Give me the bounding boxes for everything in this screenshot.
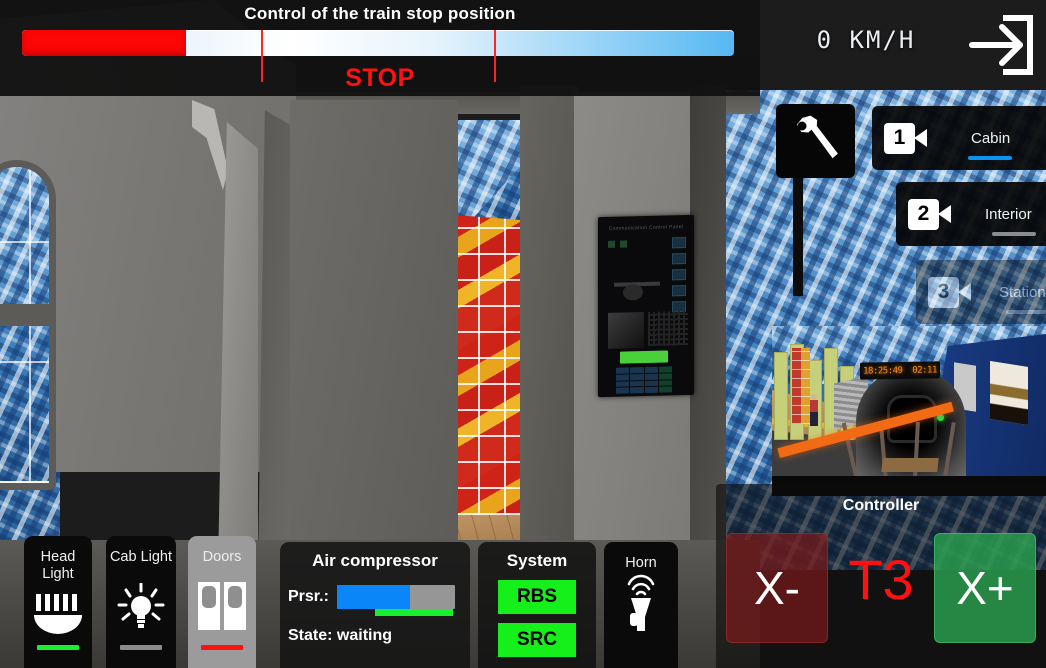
doors-label: Doors — [202, 549, 242, 565]
camera-icon: 1 — [884, 122, 927, 154]
comm-panel-button-1[interactable] — [672, 237, 686, 249]
camera-button-interior[interactable]: 2 Interior — [896, 182, 1046, 246]
cabin-pillar-center-right — [520, 86, 578, 576]
exit-arrow-icon[interactable] — [964, 8, 1038, 82]
comm-panel-keypad[interactable] — [616, 366, 672, 394]
horn-icon — [616, 571, 666, 638]
headlight-icon — [32, 583, 84, 645]
horn-button[interactable]: Horn — [604, 542, 678, 668]
communication-control-panel[interactable]: Communication Control Panel — [598, 214, 694, 398]
stop-indicator-label: STOP — [345, 64, 415, 92]
system-button-rbs[interactable]: RBS — [498, 580, 576, 614]
headlight-label: Head Light — [24, 549, 92, 583]
comm-panel-title: Communication Control Panel — [608, 224, 684, 232]
stop-position-track — [22, 30, 734, 56]
horn-label: Horn — [625, 555, 657, 571]
headlight-label-line2: Light — [42, 566, 74, 582]
station-poster-2 — [990, 360, 1028, 426]
stop-position-bar — [22, 30, 734, 56]
controller-row: X- T3 X+ — [716, 515, 1046, 643]
cab-light-label: Cab Light — [109, 549, 173, 565]
comm-panel-knob[interactable] — [623, 284, 643, 301]
speedometer-readout: 0 KM/H — [816, 26, 916, 54]
air-compressor-state: State: waiting — [288, 627, 393, 644]
system-button-src[interactable]: SRC — [498, 623, 576, 657]
headlight-indicator — [37, 645, 79, 650]
pressure-gauge — [336, 585, 455, 616]
controller-panel: Controller X- T3 X+ — [716, 484, 1046, 668]
system-panel: System RBS SRC — [478, 542, 596, 668]
wrench-icon — [776, 104, 855, 178]
camera-number: 2 — [908, 198, 939, 230]
camera-button-station[interactable]: 3 Station — [916, 260, 1046, 324]
camera-icon: 2 — [908, 198, 951, 230]
pressure-gauge-fill — [336, 585, 411, 609]
camera-underline — [992, 232, 1036, 236]
camera-lens-shape — [938, 205, 951, 223]
page-title: Control of the train stop position — [244, 4, 516, 23]
camera-label: Cabin — [971, 129, 1011, 147]
system-title: System — [506, 551, 568, 570]
camera-number: 3 — [928, 276, 959, 308]
doors-icon — [197, 566, 247, 645]
station-view-inset: 18:25:49 02:11 — [772, 326, 1046, 496]
headlight-label-line1: Head — [40, 549, 76, 565]
comm-panel-button-2[interactable] — [672, 253, 686, 265]
camera-lens-shape — [958, 283, 971, 301]
pressure-row: Prsr.: — [280, 585, 470, 616]
comm-panel-led-2 — [620, 240, 627, 248]
controller-title: Controller — [842, 497, 920, 514]
station-passenger — [810, 394, 818, 426]
doors-button[interactable]: Doors — [188, 536, 256, 668]
doors-indicator — [201, 645, 243, 650]
station-brick-column — [792, 348, 810, 424]
comm-panel-button-3[interactable] — [672, 269, 686, 281]
bulb-icon — [116, 566, 166, 645]
camera-active-underline — [968, 156, 1012, 160]
air-compressor-panel: Air compressor Prsr.: State: waiting — [280, 542, 470, 668]
pressure-label: Prsr.: — [288, 588, 329, 605]
air-compressor-title: Air compressor — [312, 551, 438, 570]
comm-panel-display — [620, 350, 668, 364]
comm-panel-led-1 — [608, 240, 615, 248]
headlight-button[interactable]: Head Light — [24, 536, 92, 668]
signpost-pole — [793, 160, 803, 296]
cabin-window-left — [0, 160, 56, 490]
pressure-target-marker — [374, 609, 453, 616]
comm-panel-grille — [648, 310, 688, 346]
camera-underline — [1006, 310, 1046, 314]
cab-light-button[interactable]: Cab Light — [106, 536, 176, 668]
camera-icon: 3 — [928, 276, 971, 308]
station-led-display: 18:25:49 02:11 — [860, 361, 940, 380]
station-sleeper — [881, 458, 939, 472]
camera-lens-shape — [914, 129, 927, 147]
window-mullion — [0, 304, 49, 326]
cab-light-indicator — [120, 645, 162, 650]
stop-position-fill — [22, 30, 186, 56]
simulator-screen: Communication Control Panel 18:25:49 02:… — [0, 0, 1046, 668]
cabin-wall-center — [290, 100, 458, 570]
camera-button-cabin[interactable]: 1 Cabin — [872, 106, 1046, 170]
controller-increase-button[interactable]: X+ — [934, 533, 1036, 643]
comm-panel-speaker — [608, 312, 644, 349]
camera-number: 1 — [884, 122, 915, 154]
camera-label: Interior — [985, 205, 1032, 223]
camera-label: Station — [999, 283, 1046, 301]
comm-panel-button-4[interactable] — [672, 285, 686, 297]
